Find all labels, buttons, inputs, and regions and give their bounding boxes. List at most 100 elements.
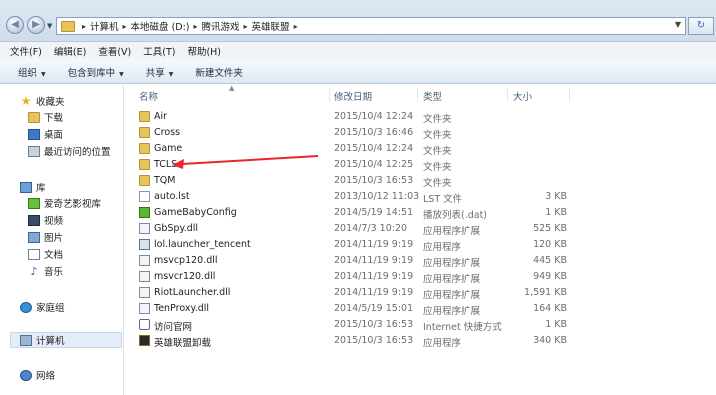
file-date: 2014/11/19 9:19 bbox=[334, 287, 414, 298]
file-row-gbspy-dll[interactable]: GbSpy.dll 2014/7/3 10:20 应用程序扩展 525 KB bbox=[125, 221, 585, 237]
breadcrumb-tencent-games[interactable]: 腾讯游戏 bbox=[202, 19, 240, 33]
file-row-gamebabyconfig[interactable]: GameBabyConfig 2014/5/19 14:51 播放列表(.dat… bbox=[125, 205, 585, 221]
chevron-right-icon[interactable]: ▸ bbox=[194, 22, 198, 31]
star-icon: ★ bbox=[20, 93, 32, 108]
file-row-msvcp120[interactable]: msvcp120.dll 2014/11/19 9:19 应用程序扩展 445 … bbox=[125, 253, 585, 269]
file-name: TCLS bbox=[154, 159, 178, 170]
column-header-name[interactable]: 名称 bbox=[139, 89, 158, 103]
nav-network[interactable]: 网络 bbox=[20, 367, 55, 383]
nav-pictures[interactable]: 图片 bbox=[28, 229, 63, 245]
back-button[interactable]: ◀ bbox=[6, 16, 24, 34]
breadcrumb-drive-d[interactable]: 本地磁盘 (D:) bbox=[131, 19, 190, 33]
dll-icon bbox=[139, 223, 150, 234]
nav-recent-places[interactable]: 最近访问的位置 bbox=[28, 143, 111, 159]
file-name: auto.lst bbox=[154, 191, 190, 202]
file-type: 应用程序扩展 bbox=[423, 258, 481, 269]
nav-label: 视频 bbox=[44, 216, 64, 227]
file-row-tenproxy[interactable]: TenProxy.dll 2014/5/19 15:01 应用程序扩展 164 … bbox=[125, 301, 585, 317]
file-name: GameBabyConfig bbox=[154, 207, 237, 218]
share-button[interactable]: 共享 ▼ bbox=[146, 65, 174, 79]
column-header-type[interactable]: 类型 bbox=[423, 89, 442, 103]
playlist-icon bbox=[139, 207, 150, 218]
nav-iqiyi-library[interactable]: 爱奇艺影视库 bbox=[28, 195, 101, 211]
file-row-air[interactable]: Air 2015/10/4 12:24 文件夹 bbox=[125, 109, 585, 125]
chevron-right-icon[interactable]: ▸ bbox=[123, 22, 127, 31]
file-size: 1 KB bbox=[545, 319, 567, 330]
nav-computer[interactable]: 计算机 bbox=[10, 332, 122, 348]
chevron-down-icon: ▼ bbox=[168, 70, 174, 78]
menu-tools[interactable]: 工具(T) bbox=[143, 44, 175, 58]
internet-shortcut-icon bbox=[139, 319, 150, 330]
file-size: 1 KB bbox=[545, 207, 567, 218]
nav-label: 计算机 bbox=[36, 336, 65, 347]
address-field[interactable]: ▸ 计算机 ▸ 本地磁盘 (D:) ▸ 腾讯游戏 ▸ 英雄联盟 ▸ ▼ bbox=[56, 17, 686, 35]
nav-documents[interactable]: 文档 bbox=[28, 246, 63, 262]
chevron-down-icon: ▼ bbox=[119, 70, 124, 78]
dll-icon bbox=[139, 255, 150, 266]
file-row-game[interactable]: Game 2015/10/4 12:24 文件夹 bbox=[125, 141, 585, 157]
column-header-size[interactable]: 大小 bbox=[513, 89, 532, 103]
folder-icon bbox=[139, 127, 150, 138]
breadcrumb-computer[interactable]: 计算机 bbox=[90, 19, 119, 33]
file-type: Internet 快捷方式 bbox=[423, 322, 502, 333]
new-folder-button[interactable]: 新建文件夹 bbox=[195, 65, 243, 79]
file-row-tcls[interactable]: TCLS 2015/10/4 12:25 文件夹 bbox=[125, 157, 585, 173]
navigation-pane[interactable]: ★ 收藏夹 下载 桌面 最近访问的位置 库 爱奇艺影视库 视频 图片 文档 ♪ … bbox=[0, 85, 124, 395]
folder-icon bbox=[139, 143, 150, 154]
organize-label: 组织 bbox=[18, 67, 38, 79]
file-size: 1,591 KB bbox=[524, 287, 567, 298]
chevron-right-icon[interactable]: ▸ bbox=[82, 22, 86, 31]
column-divider[interactable] bbox=[417, 88, 418, 102]
chevron-right-icon[interactable]: ▸ bbox=[244, 22, 248, 31]
column-divider[interactable] bbox=[329, 88, 330, 102]
include-in-library-button[interactable]: 包含到库中 ▼ bbox=[68, 65, 124, 79]
file-type: 文件夹 bbox=[423, 178, 452, 189]
file-row-msvcr120[interactable]: msvcr120.dll 2014/11/19 9:19 应用程序扩展 949 … bbox=[125, 269, 585, 285]
nav-desktop[interactable]: 桌面 bbox=[28, 126, 63, 142]
file-row-tqm[interactable]: TQM 2015/10/3 16:53 文件夹 bbox=[125, 173, 585, 189]
column-divider[interactable] bbox=[569, 88, 570, 102]
file-size: 3 KB bbox=[545, 191, 567, 202]
nav-label: 收藏夹 bbox=[36, 97, 65, 108]
folder-icon bbox=[61, 20, 75, 32]
nav-videos[interactable]: 视频 bbox=[28, 212, 63, 228]
organize-button[interactable]: 组织 ▼ bbox=[18, 65, 46, 79]
file-type: 文件夹 bbox=[423, 130, 452, 141]
file-row-official-site[interactable]: 访问官网 2015/10/3 16:53 Internet 快捷方式 1 KB bbox=[125, 317, 585, 333]
file-row-cross[interactable]: Cross 2015/10/3 16:46 文件夹 bbox=[125, 125, 585, 141]
file-date: 2014/11/19 9:19 bbox=[334, 255, 414, 266]
file-name: 访问官网 bbox=[154, 322, 193, 333]
menu-help[interactable]: 帮助(H) bbox=[187, 44, 221, 58]
column-header-date[interactable]: 修改日期 bbox=[334, 89, 372, 103]
nav-favorites[interactable]: ★ 收藏夹 bbox=[20, 93, 65, 109]
pictures-icon bbox=[28, 231, 40, 243]
nav-label: 库 bbox=[36, 183, 46, 194]
nav-downloads[interactable]: 下载 bbox=[28, 109, 63, 125]
menu-view[interactable]: 查看(V) bbox=[98, 44, 131, 58]
recent-pages-dropdown[interactable]: ▼ bbox=[47, 22, 52, 30]
chevron-down-icon: ▼ bbox=[41, 70, 46, 78]
file-row-auto-lst[interactable]: auto.lst 2013/10/12 11:03 LST 文件 3 KB bbox=[125, 189, 585, 205]
menu-edit[interactable]: 编辑(E) bbox=[54, 44, 86, 58]
menu-file[interactable]: 文件(F) bbox=[10, 44, 42, 58]
file-name: TQM bbox=[154, 175, 176, 186]
nav-libraries[interactable]: 库 bbox=[20, 179, 46, 195]
file-row-lol-uninstall[interactable]: 英雄联盟卸载 2015/10/3 16:53 应用程序 340 KB bbox=[125, 333, 585, 349]
iqiyi-icon bbox=[28, 197, 40, 209]
column-divider[interactable] bbox=[507, 88, 508, 102]
file-row-riotlauncher[interactable]: RiotLauncher.dll 2014/11/19 9:19 应用程序扩展 … bbox=[125, 285, 585, 301]
lol-uninstall-icon bbox=[139, 335, 150, 346]
file-row-lol-launcher[interactable]: lol.launcher_tencent 2014/11/19 9:19 应用程… bbox=[125, 237, 585, 253]
file-size: 445 KB bbox=[533, 255, 567, 266]
address-history-dropdown-icon[interactable]: ▼ bbox=[675, 20, 681, 29]
forward-button[interactable]: ▶ bbox=[27, 16, 45, 34]
dll-icon bbox=[139, 287, 150, 298]
refresh-button[interactable]: ↻ bbox=[688, 17, 714, 35]
file-list[interactable]: 名称 ▲ 修改日期 类型 大小 Air 2015/10/4 12:24 文件夹 … bbox=[125, 84, 716, 395]
nav-music[interactable]: ♪ 音乐 bbox=[28, 263, 63, 279]
nav-label: 网络 bbox=[36, 371, 56, 382]
breadcrumb-league-of-legends[interactable]: 英雄联盟 bbox=[252, 19, 290, 33]
chevron-right-icon[interactable]: ▸ bbox=[294, 22, 298, 31]
nav-homegroup[interactable]: 家庭组 bbox=[20, 299, 65, 315]
file-date: 2014/5/19 15:01 bbox=[334, 303, 414, 314]
